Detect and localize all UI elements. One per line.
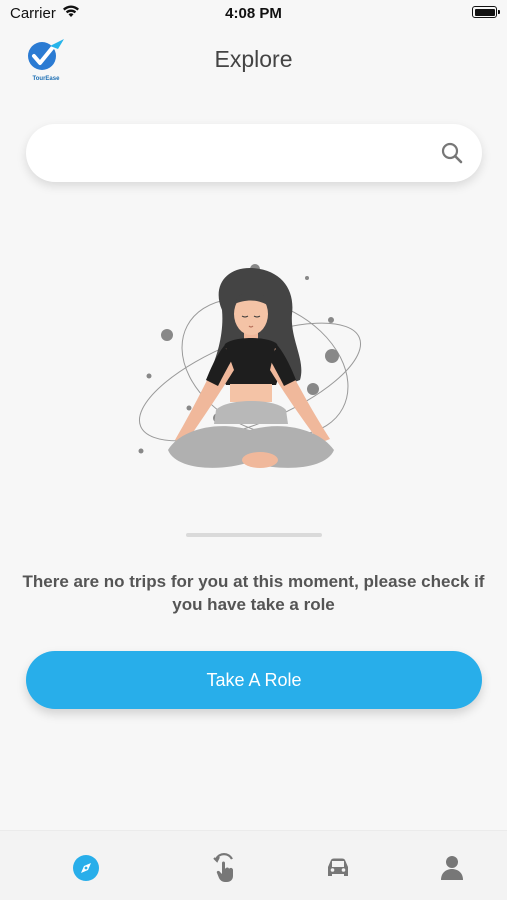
illustration-ground-shadow [186,533,322,537]
car-icon [328,858,348,876]
status-bar: Carrier 4:08 PM [0,0,507,28]
tap-hand-icon [213,853,233,882]
compass-icon [73,855,99,881]
take-a-role-button[interactable]: Take A Role [26,651,482,709]
search-bar[interactable] [26,124,482,182]
logo-text: TourEase [32,76,60,82]
battery-icon [472,6,500,18]
clock: 4:08 PM [225,5,282,22]
empty-state-message: There are no trips for you at this momen… [22,572,485,614]
bottom-tab-bar [0,830,507,900]
profile-icon [441,856,463,880]
tab-profile[interactable] [437,853,467,883]
tab-explore[interactable] [71,853,101,883]
page-title: Explore [214,46,293,72]
tab-roles[interactable] [210,853,240,883]
search-icon[interactable] [440,141,464,165]
meditation-illustration [138,264,362,468]
tab-trips[interactable] [323,853,353,883]
search-input[interactable] [46,134,440,174]
